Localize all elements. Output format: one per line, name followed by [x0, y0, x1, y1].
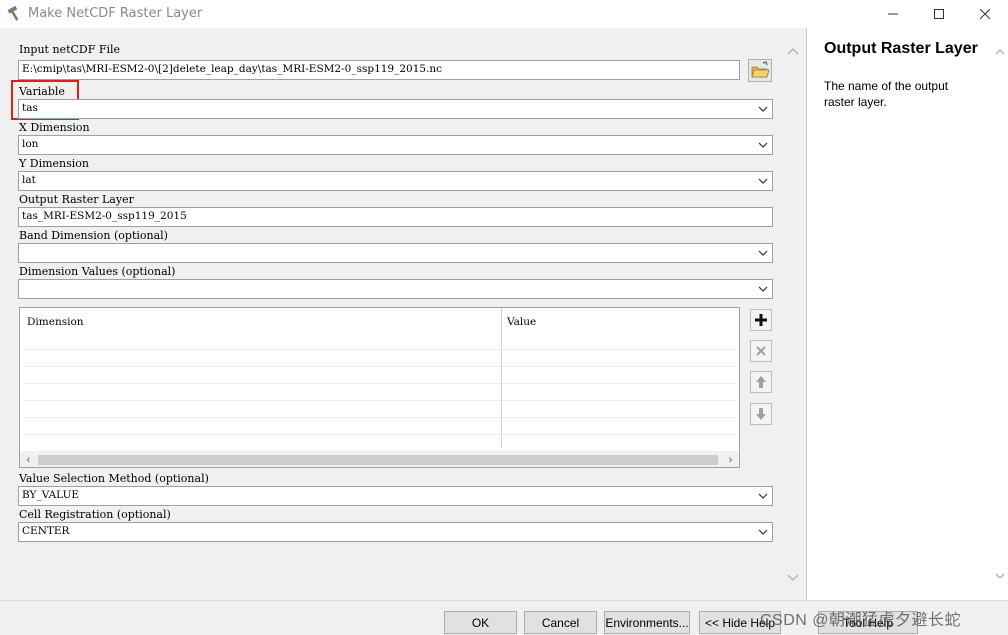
chevron-down-icon — [758, 493, 768, 499]
input-file-label: Input netCDF File — [19, 43, 121, 56]
move-up-button[interactable] — [750, 371, 772, 393]
table-row — [24, 400, 736, 401]
scroll-up-icon[interactable] — [786, 45, 800, 59]
value-selection-dropdown[interactable]: BY_VALUE — [18, 486, 773, 506]
help-description: The name of the output raster layer. — [824, 79, 949, 109]
scroll-down-icon[interactable] — [786, 570, 800, 584]
arrow-up-icon — [756, 376, 766, 388]
chevron-down-icon — [758, 106, 768, 112]
cell-registration-label: Cell Registration (optional) — [19, 508, 171, 521]
delete-icon — [756, 346, 766, 356]
cell-registration-value: CENTER — [22, 525, 70, 537]
value-selection-value: BY_VALUE — [22, 489, 80, 501]
close-button[interactable] — [962, 0, 1008, 28]
help-panel: Output Raster Layer The name of the outp… — [806, 28, 1008, 600]
minimize-button[interactable] — [870, 0, 916, 28]
horizontal-scrollbar[interactable]: ‹ › — [20, 451, 739, 467]
table-row — [24, 417, 736, 418]
add-row-button[interactable] — [750, 309, 772, 331]
variable-label: Variable — [19, 85, 65, 98]
scroll-up-icon[interactable] — [994, 46, 1006, 58]
environments-button[interactable]: Environments... — [604, 611, 690, 634]
scroll-down-icon[interactable] — [994, 570, 1006, 582]
form-vertical-scrollbar[interactable] — [783, 28, 803, 600]
table-row — [24, 349, 736, 350]
column-header-value: Value — [507, 316, 537, 328]
cancel-button[interactable]: Cancel — [524, 611, 597, 634]
output-layer-field[interactable]: tas_MRI-ESM2-0_ssp119_2015 — [18, 207, 773, 227]
ok-button[interactable]: OK — [444, 611, 517, 634]
open-folder-icon — [751, 61, 770, 78]
variable-value: tas — [22, 102, 38, 114]
scrollbar-thumb[interactable] — [38, 455, 718, 465]
band-dimension-dropdown[interactable] — [18, 243, 773, 263]
parameter-form: Input netCDF File E:\cmip\tas\MRI-ESM2-0… — [0, 28, 783, 600]
remove-row-button[interactable] — [750, 340, 772, 362]
chevron-down-icon — [758, 529, 768, 535]
window-title: Make NetCDF Raster Layer — [28, 6, 203, 21]
y-dimension-value: lat — [22, 174, 36, 186]
chevron-down-icon — [758, 250, 768, 256]
output-layer-label: Output Raster Layer — [19, 193, 134, 206]
hammer-icon — [7, 5, 19, 21]
title-bar: Make NetCDF Raster Layer — [0, 0, 1008, 28]
plus-icon — [755, 314, 767, 326]
table-row — [24, 383, 736, 384]
close-icon — [980, 9, 990, 19]
maximize-button[interactable] — [916, 0, 962, 28]
dimension-values-dropdown[interactable] — [18, 279, 773, 299]
scroll-left-icon[interactable]: ‹ — [20, 451, 37, 467]
arrow-down-icon — [756, 408, 766, 420]
column-divider — [501, 308, 502, 448]
column-header-dimension: Dimension — [27, 316, 84, 328]
chevron-down-icon — [758, 286, 768, 292]
table-row — [24, 434, 736, 435]
input-file-field[interactable]: E:\cmip\tas\MRI-ESM2-0\[2]delete_leap_da… — [18, 60, 740, 80]
maximize-icon — [934, 9, 944, 19]
chevron-down-icon — [758, 142, 768, 148]
scroll-right-icon[interactable]: › — [722, 451, 739, 467]
y-dimension-dropdown[interactable]: lat — [18, 171, 773, 191]
move-down-button[interactable] — [750, 403, 772, 425]
minimize-icon — [888, 13, 898, 15]
browse-button[interactable] — [748, 59, 772, 82]
watermark: CSDN @朝潮猛虎夕避长蛇 — [760, 612, 962, 629]
chevron-down-icon — [758, 178, 768, 184]
x-dimension-label: X Dimension — [19, 121, 90, 134]
y-dimension-label: Y Dimension — [19, 157, 89, 170]
dimension-values-label: Dimension Values (optional) — [19, 265, 176, 278]
table-row — [24, 366, 736, 367]
x-dimension-value: lon — [22, 138, 39, 150]
x-dimension-dropdown[interactable]: lon — [18, 135, 773, 155]
value-selection-label: Value Selection Method (optional) — [19, 472, 209, 485]
variable-dropdown[interactable]: tas — [18, 99, 773, 119]
cell-registration-dropdown[interactable]: CENTER — [18, 522, 773, 542]
dimension-values-table[interactable]: Dimension Value ‹ › — [19, 307, 740, 468]
help-title: Output Raster Layer — [824, 40, 978, 57]
band-dimension-label: Band Dimension (optional) — [19, 229, 168, 242]
